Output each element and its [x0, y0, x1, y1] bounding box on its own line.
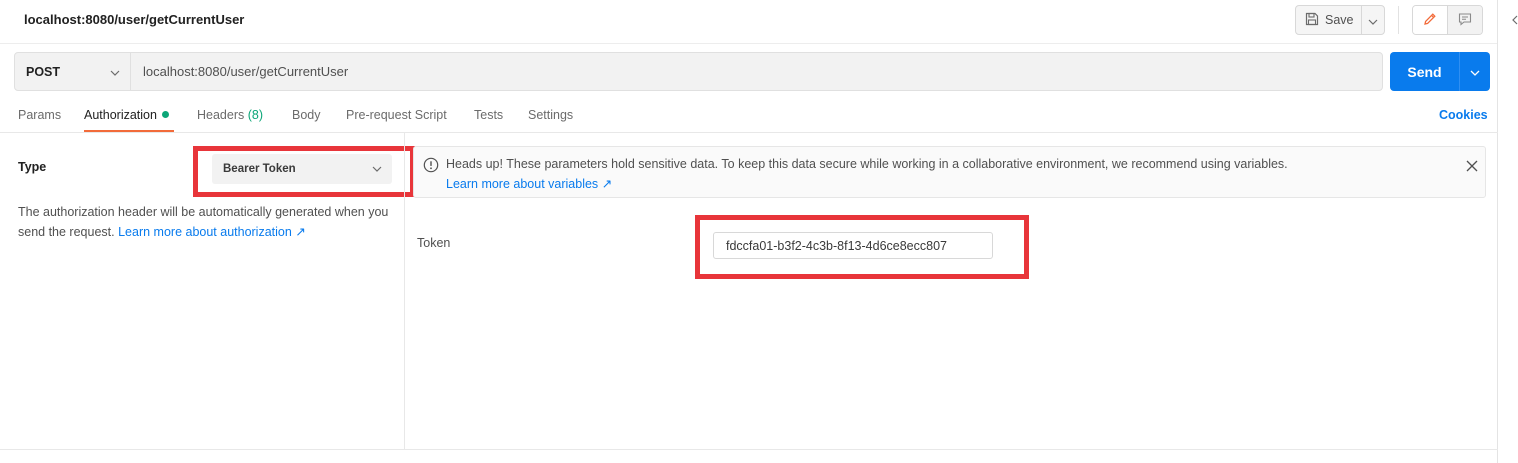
- request-header-bar: localhost:8080/user/getCurrentUser Save: [0, 0, 1498, 44]
- save-icon: [1305, 12, 1319, 29]
- chevron-down-icon: [110, 65, 120, 79]
- tab-label: Body: [292, 108, 321, 122]
- url-bar: POST: [14, 52, 1383, 91]
- response-pane-divider: [0, 449, 1498, 450]
- send-options-button[interactable]: [1460, 52, 1490, 91]
- documentation-button[interactable]: [1448, 6, 1482, 34]
- status-dot: [161, 111, 169, 118]
- headers-count: (8): [247, 108, 264, 122]
- tab-label: Pre-request Script: [346, 108, 447, 122]
- tab-label: Headers: [197, 108, 245, 122]
- comment-icon: [1458, 12, 1472, 29]
- save-options-button[interactable]: [1362, 6, 1384, 34]
- token-input[interactable]: [713, 232, 993, 259]
- request-title[interactable]: localhost:8080/user/getCurrentUser: [24, 12, 244, 27]
- view-mode-toggle: [1412, 5, 1483, 35]
- save-button-label: Save: [1325, 13, 1354, 27]
- chevron-down-icon: [1470, 64, 1480, 79]
- right-sidebar-border: [1497, 0, 1498, 463]
- collapse-sidebar-button[interactable]: [1507, 12, 1518, 28]
- tab-label: Params: [18, 108, 62, 122]
- chevron-left-icon: [1507, 15, 1518, 28]
- active-tab-indicator: [84, 130, 174, 132]
- toolbar-divider: [1398, 6, 1399, 34]
- method-value: POST: [26, 64, 61, 79]
- send-button[interactable]: Send: [1390, 52, 1460, 91]
- chevron-down-icon: [372, 163, 382, 175]
- method-select[interactable]: POST: [15, 53, 131, 90]
- auth-description: The authorization header will be automat…: [18, 202, 390, 242]
- notice-text: Heads up! These parameters hold sensitiv…: [446, 157, 1288, 171]
- tab-label: Settings: [528, 108, 574, 122]
- token-label: Token: [417, 236, 451, 250]
- tab-settings[interactable]: Settings: [528, 108, 573, 122]
- cookies-link[interactable]: Cookies: [1439, 108, 1488, 122]
- tab-headers[interactable]: Headers (8): [197, 108, 263, 122]
- tab-body[interactable]: Body: [292, 108, 321, 122]
- chevron-down-icon: [1368, 13, 1378, 28]
- panel-divider: [404, 133, 405, 450]
- auth-type-value: Bearer Token: [223, 163, 296, 175]
- request-tabs: Params Authorization Headers (8) Body Pr…: [0, 100, 1498, 133]
- save-button[interactable]: Save: [1296, 6, 1362, 34]
- learn-more-authorization-link[interactable]: Learn more about authorization ↗: [118, 225, 306, 239]
- response-pane-peek: [16, 457, 28, 463]
- tab-tests[interactable]: Tests: [474, 108, 503, 122]
- learn-more-variables-link[interactable]: Learn more about variables ↗: [446, 176, 612, 191]
- pencil-icon: [1423, 12, 1437, 29]
- edit-mode-button[interactable]: [1413, 6, 1448, 34]
- tab-pre-request-script[interactable]: Pre-request Script: [346, 108, 447, 122]
- tab-label: Authorization: [84, 108, 157, 122]
- send-button-group: Send: [1390, 52, 1490, 91]
- tab-authorization[interactable]: Authorization: [84, 108, 169, 122]
- url-input[interactable]: [131, 53, 1382, 90]
- sensitive-data-notice: Heads up! These parameters hold sensitiv…: [413, 146, 1486, 198]
- close-icon[interactable]: [1466, 160, 1478, 175]
- tab-params[interactable]: Params: [18, 108, 61, 122]
- tab-label: Tests: [474, 108, 504, 122]
- save-button-group: Save: [1295, 5, 1385, 35]
- auth-type-select[interactable]: Bearer Token: [212, 154, 392, 184]
- info-icon: [423, 157, 439, 176]
- auth-type-label: Type: [18, 160, 47, 174]
